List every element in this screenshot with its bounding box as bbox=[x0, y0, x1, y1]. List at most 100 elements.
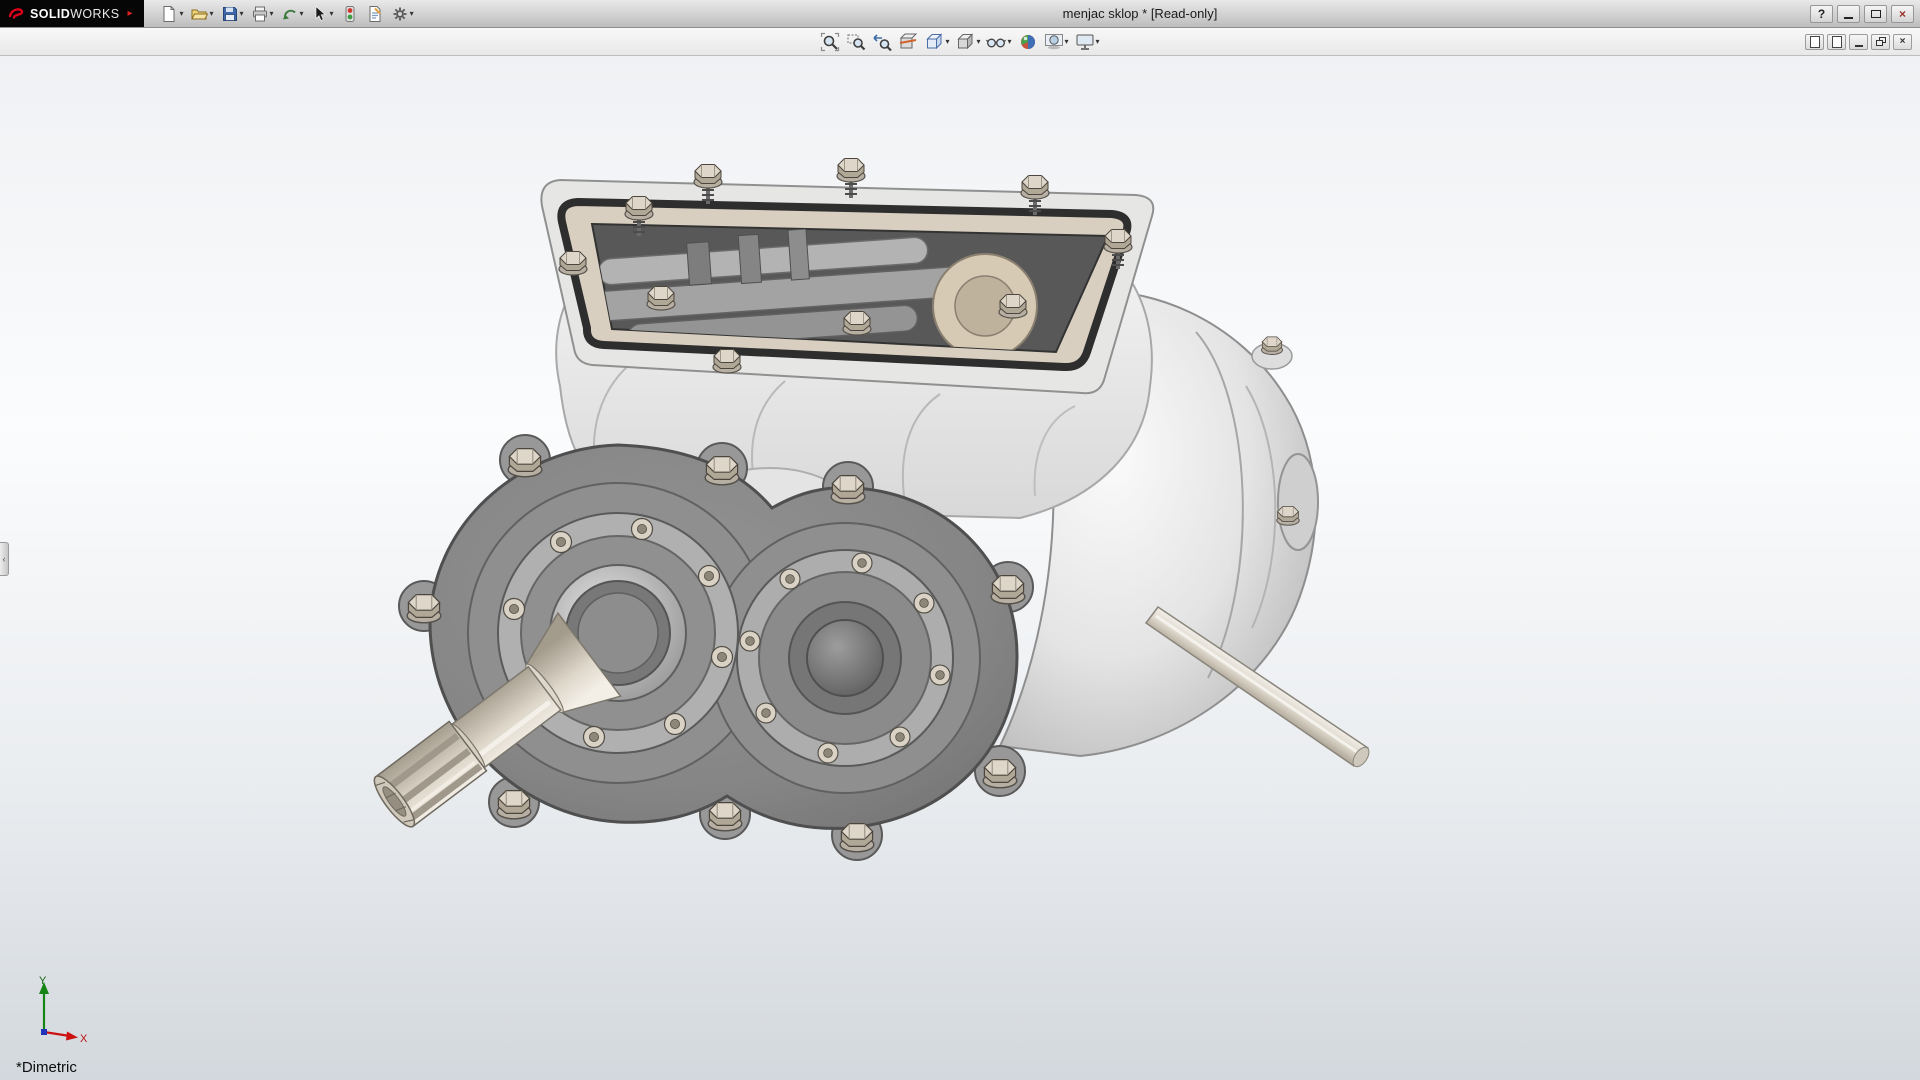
shift-fork[interactable] bbox=[687, 242, 712, 285]
flange-bolt[interactable] bbox=[665, 714, 686, 735]
feature-manager-collapse-tab[interactable]: ‹ bbox=[0, 542, 9, 576]
previous-view-button[interactable] bbox=[870, 30, 894, 54]
edit-appearance-ball-icon bbox=[1018, 32, 1038, 52]
rear-hex-bolt[interactable] bbox=[1277, 506, 1299, 525]
document-restore-icon bbox=[1876, 37, 1886, 46]
print-button[interactable]: ▾ bbox=[249, 2, 276, 26]
apply-scene-dropdown-icon[interactable]: ▾ bbox=[1065, 38, 1069, 46]
save-dropdown-icon[interactable]: ▾ bbox=[240, 10, 244, 18]
hide-show-dropdown-icon[interactable]: ▾ bbox=[1007, 38, 1011, 46]
face-hex-bolt[interactable] bbox=[831, 476, 865, 504]
flange-bolt[interactable] bbox=[584, 727, 605, 748]
title-bar: SOLIDWORKS ▸ ▾ ▾ ▾ bbox=[0, 0, 1920, 28]
face-hex-bolt[interactable] bbox=[407, 595, 441, 623]
display-style-button[interactable]: ▾ bbox=[953, 30, 982, 54]
options-dropdown-icon[interactable]: ▾ bbox=[410, 10, 414, 18]
close-button[interactable]: × bbox=[1891, 5, 1914, 23]
solidworks-menu-button[interactable]: SOLIDWORKS ▸ bbox=[0, 0, 144, 27]
face-hex-bolt[interactable] bbox=[983, 760, 1017, 788]
document-minimize-button[interactable] bbox=[1849, 34, 1868, 50]
flange-bolt[interactable] bbox=[756, 703, 776, 723]
minimize-button[interactable] bbox=[1837, 5, 1860, 23]
face-hex-bolt[interactable] bbox=[708, 803, 742, 831]
new-dropdown-icon[interactable]: ▾ bbox=[179, 10, 183, 18]
new-window-button[interactable] bbox=[1805, 34, 1824, 50]
brand-expand-icon[interactable]: ▸ bbox=[127, 8, 132, 19]
zoom-to-fit-button[interactable] bbox=[818, 30, 842, 54]
flange-bolt[interactable] bbox=[818, 743, 838, 763]
save-button[interactable]: ▾ bbox=[219, 2, 246, 26]
edit-appearance-button[interactable] bbox=[1016, 30, 1040, 54]
select-dropdown-icon[interactable]: ▾ bbox=[330, 10, 334, 18]
face-hex-bolt[interactable] bbox=[840, 824, 874, 852]
maximize-icon bbox=[1871, 10, 1881, 18]
flange-bolt[interactable] bbox=[780, 569, 800, 589]
countershaft-cover-flange[interactable] bbox=[737, 550, 953, 766]
file-properties-button[interactable] bbox=[364, 2, 386, 26]
cover-hex-bolt[interactable] bbox=[1104, 230, 1132, 254]
options-gear-icon bbox=[391, 5, 409, 23]
face-hex-bolt[interactable] bbox=[497, 791, 531, 819]
shift-fork[interactable] bbox=[788, 229, 809, 280]
undo-button[interactable]: ▾ bbox=[279, 2, 306, 26]
open-button[interactable]: ▾ bbox=[188, 2, 215, 26]
cascade-windows-button[interactable] bbox=[1827, 34, 1846, 50]
rear-hex-bolt[interactable] bbox=[1262, 337, 1283, 355]
face-hex-bolt[interactable] bbox=[508, 449, 542, 477]
rebuild-button[interactable] bbox=[339, 2, 361, 26]
top-cover-opening[interactable] bbox=[541, 159, 1153, 394]
flange-bolt[interactable] bbox=[699, 566, 720, 587]
flange-bolt[interactable] bbox=[914, 593, 934, 613]
heads-up-toolbar-row: ▾ ▾ ▾ bbox=[0, 28, 1920, 56]
help-button[interactable]: ? bbox=[1810, 5, 1833, 23]
zoom-to-area-button[interactable] bbox=[844, 30, 868, 54]
flange-bolt[interactable] bbox=[852, 553, 872, 573]
section-view-button[interactable] bbox=[896, 30, 920, 54]
face-hex-bolt[interactable] bbox=[991, 576, 1025, 604]
new-document-button[interactable]: ▾ bbox=[158, 2, 185, 26]
gearbox-3d-model[interactable] bbox=[0, 56, 1920, 1080]
print-dropdown-icon[interactable]: ▾ bbox=[270, 10, 274, 18]
undo-arrow-icon bbox=[281, 5, 299, 23]
face-hex-bolt[interactable] bbox=[705, 457, 739, 485]
display-style-dropdown-icon[interactable]: ▾ bbox=[976, 38, 980, 46]
maximize-button[interactable] bbox=[1864, 5, 1887, 23]
select-button[interactable]: ▾ bbox=[309, 2, 336, 26]
cover-hex-bolt[interactable] bbox=[625, 197, 653, 221]
open-dropdown-icon[interactable]: ▾ bbox=[209, 10, 213, 18]
view-settings-button[interactable]: ▾ bbox=[1073, 30, 1102, 54]
flange-bolt[interactable] bbox=[890, 727, 910, 747]
cover-hex-bolt[interactable] bbox=[559, 252, 587, 276]
undo-dropdown-icon[interactable]: ▾ bbox=[300, 10, 304, 18]
flange-bolt[interactable] bbox=[632, 519, 653, 540]
cover-hex-bolt[interactable] bbox=[837, 159, 865, 183]
cover-hex-bolt[interactable] bbox=[694, 165, 722, 189]
cover-hex-bolt[interactable] bbox=[1021, 176, 1049, 200]
view-settings-monitor-icon bbox=[1075, 32, 1095, 52]
open-folder-icon bbox=[190, 5, 208, 23]
cover-hex-bolt[interactable] bbox=[843, 312, 871, 336]
document-restore-button[interactable] bbox=[1871, 34, 1890, 50]
flange-bolt[interactable] bbox=[551, 532, 572, 553]
view-orientation-dropdown-icon[interactable]: ▾ bbox=[945, 38, 949, 46]
graphics-area[interactable]: Y X *Dimetric ‹ bbox=[0, 56, 1920, 1080]
window-title: menjac sklop * [Read-only] bbox=[760, 6, 1520, 21]
apply-scene-button[interactable]: ▾ bbox=[1042, 30, 1071, 54]
cover-hex-bolt[interactable] bbox=[647, 287, 675, 311]
hide-show-items-button[interactable]: ▾ bbox=[984, 30, 1013, 54]
flange-bolt[interactable] bbox=[712, 647, 733, 668]
minimize-icon bbox=[1844, 17, 1853, 19]
triad-x-label: X bbox=[80, 1033, 88, 1045]
flange-bolt[interactable] bbox=[930, 665, 950, 685]
flange-bolt[interactable] bbox=[740, 631, 760, 651]
shift-fork[interactable] bbox=[738, 234, 761, 283]
document-minimize-icon bbox=[1855, 45, 1863, 47]
options-button[interactable]: ▾ bbox=[389, 2, 416, 26]
triad-z-origin bbox=[41, 1029, 47, 1035]
cover-hex-bolt[interactable] bbox=[713, 350, 741, 374]
view-settings-dropdown-icon[interactable]: ▾ bbox=[1096, 38, 1100, 46]
view-orientation-button[interactable]: ▾ bbox=[922, 30, 951, 54]
document-close-button[interactable]: × bbox=[1893, 34, 1912, 50]
cover-hex-bolt[interactable] bbox=[999, 295, 1027, 319]
flange-bolt[interactable] bbox=[504, 599, 525, 620]
